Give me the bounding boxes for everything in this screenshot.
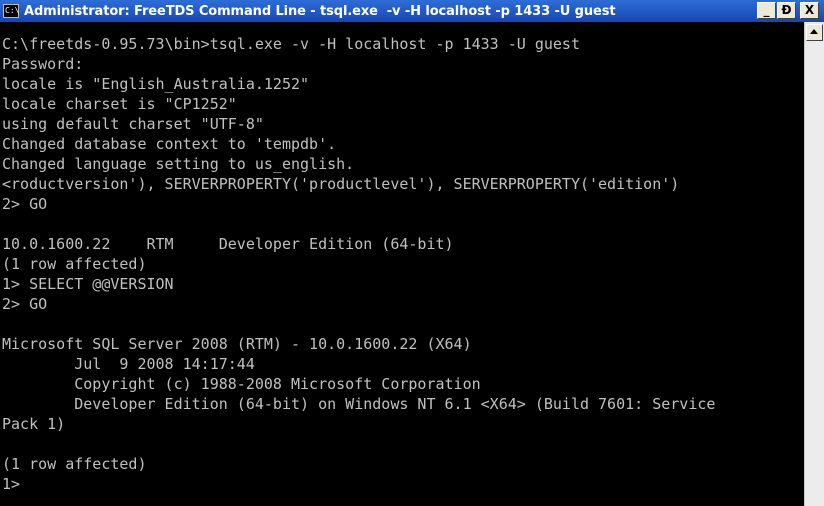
scroll-up-button[interactable] (806, 24, 823, 41)
console-line: (1 row affected) (2, 455, 147, 473)
command-prompt-icon: C:\ (3, 4, 19, 18)
vertical-scrollbar[interactable] (804, 22, 824, 506)
console-line: Microsoft SQL Server 2008 (RTM) - 10.0.1… (2, 335, 472, 353)
console-line: 1> (2, 475, 21, 493)
console-output[interactable]: C:\freetds-0.95.73\bin>tsql.exe -v -H lo… (0, 22, 804, 506)
console-line: <roductversion'), SERVERPROPERTY('produc… (2, 175, 680, 193)
console-line: Jul 9 2008 14:17:44 (2, 355, 255, 373)
console-line: locale is "English_Australia.1252" (2, 75, 310, 93)
title-bar[interactable]: C:\ Administrator: FreeTDS Command Line … (0, 0, 824, 22)
arrow-up-icon (810, 29, 818, 34)
console-line: Changed language setting to us_english. (2, 155, 355, 173)
console-line: C:\freetds-0.95.73\bin>tsql.exe -v -H lo… (2, 35, 580, 53)
console-line: Developer Edition (64-bit) on Windows NT… (2, 395, 716, 413)
console-line: Copyright (c) 1988-2008 Microsoft Corpor… (2, 375, 481, 393)
scroll-track[interactable] (805, 41, 824, 506)
window-title: Administrator: FreeTDS Command Line - ts… (24, 3, 616, 19)
console-line: 2> GO (2, 195, 48, 213)
minimize-button[interactable]: _ (757, 2, 776, 19)
console-line: using default charset "UTF-8" (2, 115, 264, 133)
close-button[interactable]: X (800, 2, 819, 19)
console-line: (1 row affected) (2, 255, 147, 273)
console-line: Password: (2, 55, 84, 73)
console-window: C:\ Administrator: FreeTDS Command Line … (0, 0, 824, 506)
console-line: Pack 1) (2, 415, 66, 433)
console-line: locale charset is "CP1252" (2, 95, 237, 113)
console-line: 2> GO (2, 295, 48, 313)
maximize-button[interactable]: Ɖ (777, 2, 796, 19)
console-line: Changed database context to 'tempdb'. (2, 135, 337, 153)
console-line: 10.0.1600.22 RTM Developer Edition (64-b… (2, 235, 454, 253)
console-line: 1> SELECT @@VERSION (2, 275, 174, 293)
